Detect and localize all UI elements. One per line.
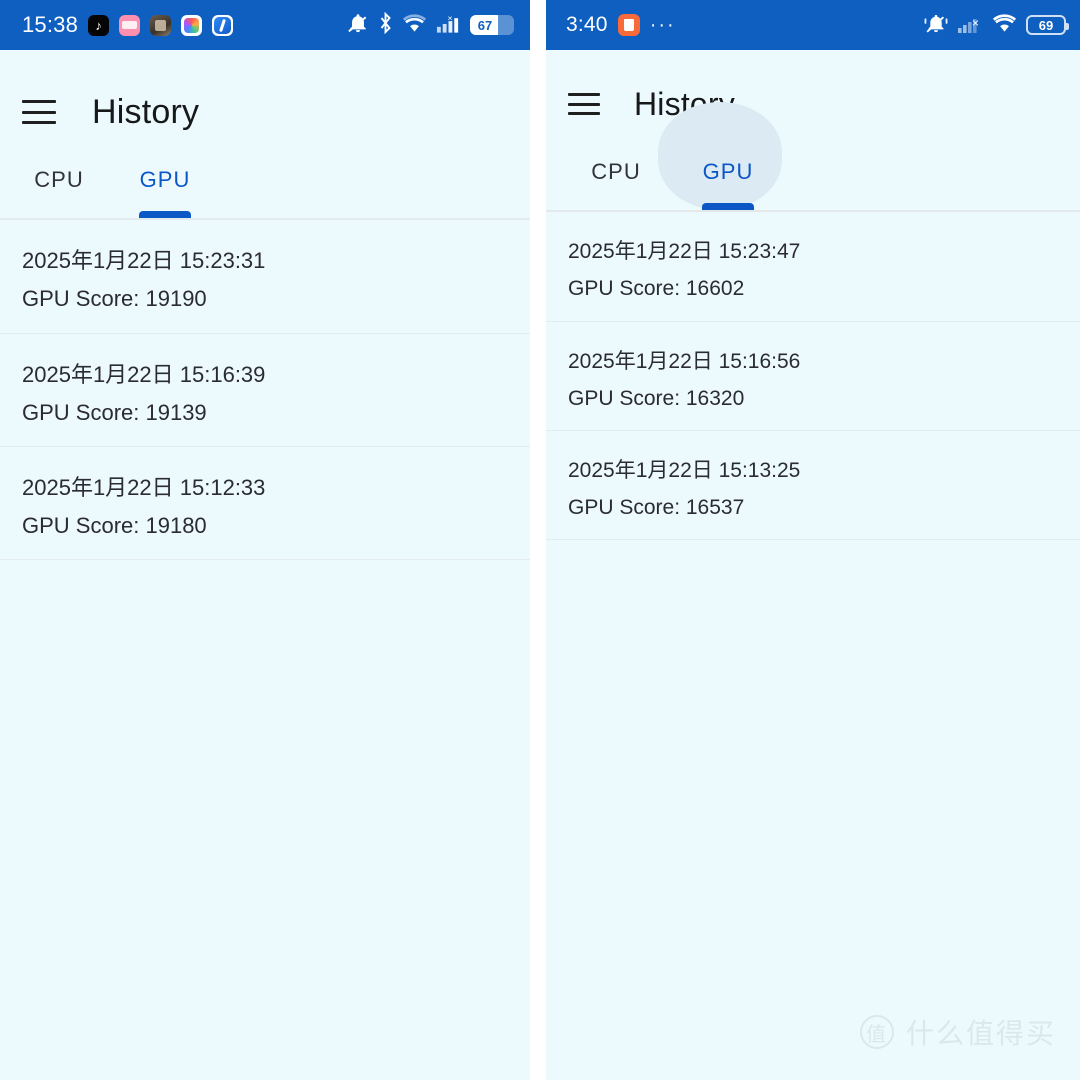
hamburger-menu-icon[interactable]	[568, 93, 600, 115]
left-app-bar: History	[0, 50, 530, 142]
blue-app-icon	[212, 14, 234, 36]
right-history-list: 2025年1月22日 15:23:47 GPU Score: 16602 202…	[546, 212, 1080, 540]
wifi-icon	[992, 13, 1017, 38]
orange-clipboard-icon	[617, 14, 640, 36]
page-title: History	[92, 92, 200, 131]
history-item-score: GPU Score: 19190	[22, 285, 207, 311]
history-item-score: GPU Score: 16602	[568, 276, 745, 300]
history-item-date: 2025年1月22日 15:12:33	[22, 475, 266, 500]
bell-muted-icon	[347, 12, 369, 39]
history-item-score: GPU Score: 16537	[568, 495, 745, 519]
left-status-time: 15:38	[22, 12, 79, 37]
battery-icon: 69	[1026, 15, 1069, 35]
svg-text:×: ×	[972, 16, 979, 30]
left-tab-bar: CPU GPU	[0, 142, 530, 218]
cellular-signal-icon: ×	[436, 12, 461, 39]
battery-level-label: 67	[477, 17, 493, 33]
history-item[interactable]: 2025年1月22日 15:13:25 GPU Score: 16537	[546, 430, 1080, 539]
watermark-text: 什么值得买	[905, 1018, 1056, 1049]
pink-app-icon	[119, 14, 141, 36]
right-status-bar: 3:40 ··· × 69	[546, 0, 1080, 50]
right-app-bar: History	[546, 50, 1080, 134]
cellular-signal-x-icon: ×	[957, 12, 983, 39]
tab-cpu-label: CPU	[591, 159, 641, 184]
status-overflow-dots: ···	[649, 14, 676, 36]
right-phone-screen: 3:40 ··· × 69 History CPU GPU 2025年1月22日…	[546, 0, 1080, 1080]
tab-gpu-label: GPU	[702, 159, 754, 184]
history-item[interactable]: 2025年1月22日 15:23:31 GPU Score: 19190	[0, 220, 530, 333]
right-tab-bar: CPU GPU	[546, 102, 1080, 210]
history-item-score: GPU Score: 19180	[22, 512, 207, 538]
right-status-time: 3:40	[566, 13, 608, 36]
history-item-date: 2025年1月22日 15:16:39	[22, 362, 266, 387]
history-item-score: GPU Score: 19139	[22, 399, 207, 425]
tab-active-indicator	[702, 203, 754, 210]
tab-cpu[interactable]: CPU	[6, 142, 112, 218]
history-item-date: 2025年1月22日 15:23:31	[22, 248, 266, 273]
tab-gpu[interactable]: GPU	[112, 142, 218, 218]
dual-screenshot-stage: 15:38 ♪ × 67 History CPU GPU 2025年1月22日 …	[0, 0, 1080, 1080]
watermark-badge: 值	[859, 1015, 894, 1049]
smzdm-watermark: 值 什么值得买	[859, 1012, 1056, 1052]
history-item-date: 2025年1月22日 15:16:56	[568, 350, 801, 373]
right-status-bar-right-group: × 69	[924, 12, 1069, 39]
left-status-bar-left-group: 15:38	[22, 12, 234, 38]
left-phone-screen: 15:38 ♪ × 67 History CPU GPU 2025年1月22日 …	[0, 0, 530, 1080]
multicolor-app-icon	[181, 14, 203, 36]
left-history-list: 2025年1月22日 15:23:31 GPU Score: 19190 202…	[0, 220, 530, 560]
history-item-score: GPU Score: 16320	[568, 386, 745, 410]
panel-divider	[530, 0, 546, 1080]
history-item[interactable]: 2025年1月22日 15:16:56 GPU Score: 16320	[546, 321, 1080, 430]
battery-icon: 67	[470, 15, 514, 35]
bluetooth-icon	[378, 11, 393, 39]
history-item[interactable]: 2025年1月22日 15:16:39 GPU Score: 19139	[0, 333, 530, 446]
game-app-icon	[150, 14, 172, 36]
hamburger-menu-icon[interactable]	[22, 100, 56, 124]
history-item[interactable]: 2025年1月22日 15:12:33 GPU Score: 19180	[0, 446, 530, 559]
tab-active-indicator	[139, 211, 191, 218]
tiktok-icon	[88, 14, 110, 36]
tab-cpu-label: CPU	[34, 167, 84, 192]
left-status-bar-right-group: × 67	[347, 11, 514, 39]
wifi-icon	[402, 13, 427, 38]
tab-gpu-label: GPU	[139, 167, 191, 192]
left-status-bar: 15:38 ♪ × 67	[0, 0, 530, 50]
bell-vibrate-off-icon	[924, 12, 948, 39]
tab-cpu[interactable]: CPU	[560, 134, 672, 210]
history-item-date: 2025年1月22日 15:13:25	[568, 459, 801, 482]
battery-level-label: 69	[1038, 17, 1054, 33]
right-status-bar-left-group: 3:40 ···	[566, 13, 676, 37]
history-item[interactable]: 2025年1月22日 15:23:47 GPU Score: 16602	[546, 212, 1080, 321]
tab-gpu[interactable]: GPU	[672, 134, 784, 210]
history-item-date: 2025年1月22日 15:23:47	[568, 240, 801, 263]
